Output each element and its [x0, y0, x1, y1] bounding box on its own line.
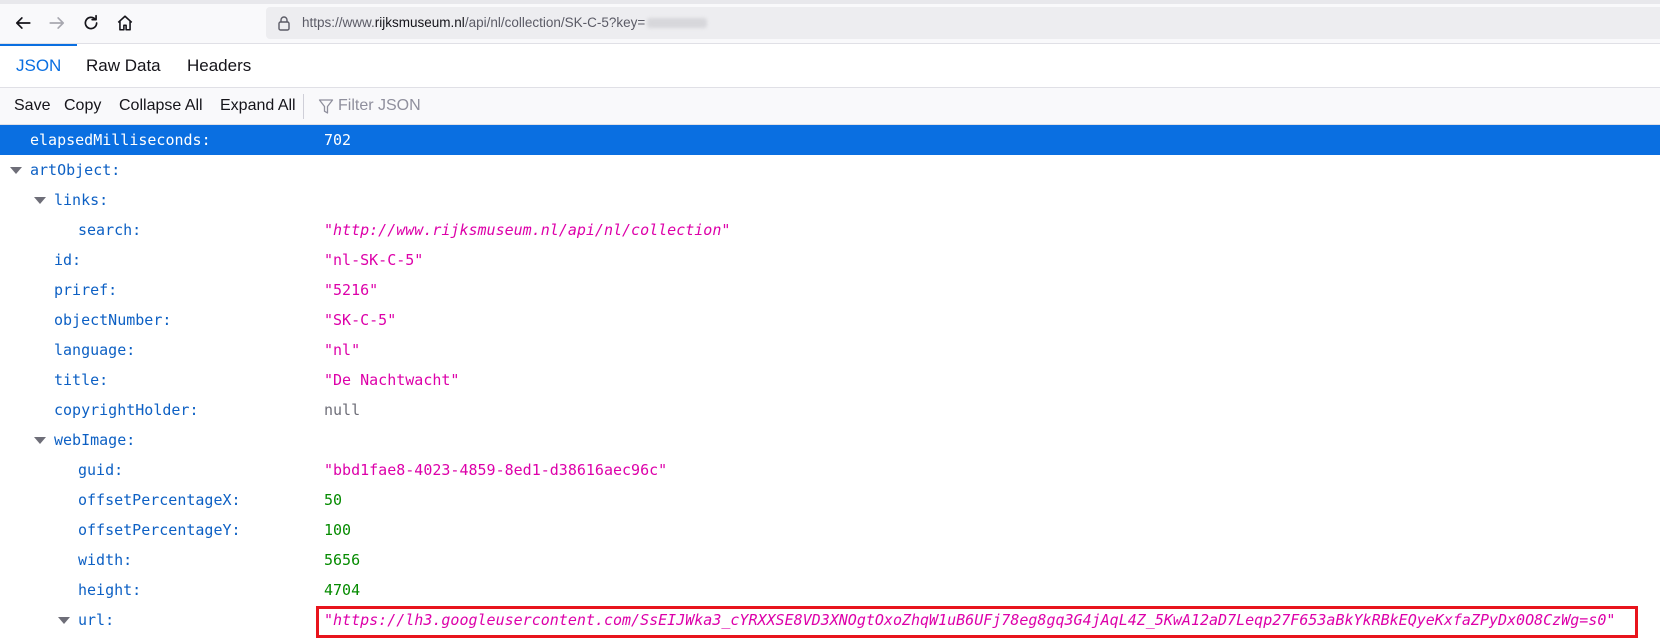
json-key: height: [78, 581, 142, 599]
json-value: "De Nachtwacht" [324, 371, 460, 389]
chevron-down-icon[interactable] [34, 437, 46, 444]
json-key: objectNumber: [54, 311, 172, 329]
json-key: artObject: [30, 161, 121, 179]
json-key: id: [54, 251, 82, 269]
tab-strip-edge [0, 0, 1660, 4]
json-row-objectnumber[interactable]: objectNumber: "SK-C-5" [0, 305, 1660, 335]
filter-json-input[interactable]: Filter JSON [338, 97, 421, 115]
json-value: 5656 [324, 551, 361, 569]
reload-icon [84, 14, 98, 30]
json-value: 100 [324, 521, 352, 539]
json-toolbar: Save Copy Collapse All Expand All Filter… [0, 88, 1660, 125]
reload-button[interactable] [78, 10, 104, 36]
expand-all-button[interactable]: Expand All [220, 97, 296, 115]
json-row-elapsedmilliseconds[interactable]: elapsedMilliseconds: 702 [0, 125, 1660, 155]
json-key: copyrightHolder: [54, 401, 199, 419]
json-value: "bbd1fae8-4023-4859-8ed1-d38616aec96c" [324, 461, 668, 479]
arrow-right-icon [49, 17, 65, 29]
json-key: title: [54, 371, 109, 389]
json-row-language[interactable]: language: "nl" [0, 335, 1660, 365]
tab-raw-data[interactable]: Raw Data [70, 44, 177, 88]
json-key: search: [78, 221, 142, 239]
json-row-artobject[interactable]: artObject: [0, 155, 1660, 185]
tab-headers[interactable]: Headers [171, 44, 267, 88]
url-key-obscured [647, 18, 708, 29]
json-key: width: [78, 551, 133, 569]
json-row-search[interactable]: search: "http://www.rijksmuseum.nl/api/n… [0, 215, 1660, 245]
url-text: https://www.rijksmuseum.nl/api/nl/collec… [302, 15, 708, 30]
json-value: 4704 [324, 581, 361, 599]
json-key: url: [78, 611, 115, 629]
json-row-offsetpercentagex[interactable]: offsetPercentageX: 50 [0, 485, 1660, 515]
back-button[interactable] [10, 10, 36, 36]
json-row-priref[interactable]: priref: "5216" [0, 275, 1660, 305]
home-button[interactable] [112, 10, 138, 36]
url-path: /api/nl/collection/SK-C-5?key= [464, 15, 646, 30]
json-row-title[interactable]: title: "De Nachtwacht" [0, 365, 1660, 395]
arrow-left-icon [15, 17, 31, 29]
toolbar-divider [303, 94, 304, 119]
filter-icon [318, 99, 334, 114]
address-bar[interactable]: https://www.rijksmuseum.nl/api/nl/collec… [266, 7, 1660, 39]
json-value: 702 [324, 131, 352, 149]
json-key: offsetPercentageY: [78, 521, 241, 539]
json-row-id[interactable]: id: "nl-SK-C-5" [0, 245, 1660, 275]
json-row-height[interactable]: height: 4704 [0, 575, 1660, 605]
chevron-down-icon[interactable] [58, 617, 70, 624]
url-domain: rijksmuseum.nl [374, 15, 465, 30]
lock-icon [278, 16, 290, 31]
json-row-webimage[interactable]: webImage: [0, 425, 1660, 455]
json-key: offsetPercentageX: [78, 491, 241, 509]
json-value: "nl-SK-C-5" [324, 251, 424, 269]
json-key: webImage: [54, 431, 136, 449]
json-value: "nl" [324, 341, 361, 359]
save-button[interactable]: Save [14, 97, 50, 115]
json-key: elapsedMilliseconds: [30, 131, 211, 149]
viewer-tabs: JSON Raw Data Headers [0, 44, 1660, 88]
chevron-down-icon[interactable] [10, 167, 22, 174]
json-tree: elapsedMilliseconds: 702 artObject: link… [0, 125, 1660, 638]
forward-button[interactable] [44, 10, 70, 36]
json-key: priref: [54, 281, 118, 299]
json-row-copyrightholder[interactable]: copyrightHolder: null [0, 395, 1660, 425]
json-value: null [324, 401, 361, 419]
json-row-url[interactable]: url: "https://lh3.googleusercontent.com/… [0, 605, 1660, 638]
json-value-image-url[interactable]: "https://lh3.googleusercontent.com/SsEIJ… [324, 605, 1615, 635]
copy-button[interactable]: Copy [64, 97, 101, 115]
json-value: "5216" [324, 281, 379, 299]
tab-json[interactable]: JSON [0, 44, 78, 88]
json-key: links: [54, 191, 109, 209]
json-row-offsetpercentagey[interactable]: offsetPercentageY: 100 [0, 515, 1660, 545]
json-row-width[interactable]: width: 5656 [0, 545, 1660, 575]
json-key: guid: [78, 461, 124, 479]
browser-toolbar: https://www.rijksmuseum.nl/api/nl/collec… [0, 0, 1660, 44]
chevron-down-icon[interactable] [34, 197, 46, 204]
url-prefix: https://www. [302, 15, 375, 30]
json-row-links[interactable]: links: [0, 185, 1660, 215]
json-key: language: [54, 341, 136, 359]
json-value: 50 [324, 491, 343, 509]
json-value: "SK-C-5" [324, 311, 397, 329]
json-value[interactable]: "http://www.rijksmuseum.nl/api/nl/collec… [324, 215, 730, 245]
collapse-all-button[interactable]: Collapse All [119, 97, 203, 115]
json-row-guid[interactable]: guid: "bbd1fae8-4023-4859-8ed1-d38616aec… [0, 455, 1660, 485]
home-icon [117, 15, 133, 31]
